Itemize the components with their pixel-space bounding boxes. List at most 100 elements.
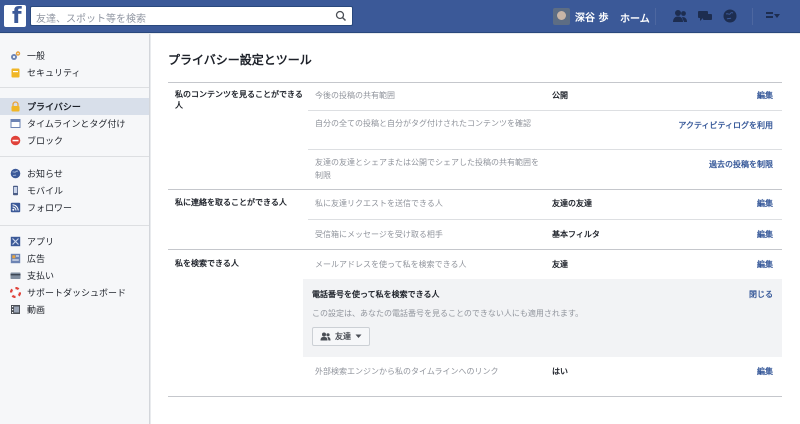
sidebar-item-label: フォロワー — [27, 204, 73, 214]
sidebar-item-label: アプリ — [27, 238, 55, 248]
audience-label: 友達 — [335, 332, 351, 341]
sidebar-item-label: 動画 — [27, 306, 46, 316]
edit-link[interactable]: 編集 — [757, 90, 773, 101]
notifications-globe-icon[interactable] — [722, 8, 738, 24]
search-button[interactable] — [330, 7, 352, 25]
video-icon — [10, 304, 21, 315]
sidebar-item-label: お知らせ — [27, 170, 63, 180]
sidebar-item-privacy[interactable]: プライバシー — [0, 98, 149, 115]
apps-icon — [10, 236, 21, 247]
search-input[interactable] — [31, 10, 326, 29]
edit-link[interactable]: 編集 — [757, 259, 773, 270]
divider — [0, 225, 149, 226]
sidebar-item-mobile[interactable]: モバイル — [0, 182, 149, 199]
sidebar-item-general[interactable]: 一般 — [0, 47, 149, 64]
setting-question: 自分の全ての投稿と自分がタグ付けされたコンテンツを確認 — [315, 119, 531, 128]
mobile-icon — [10, 185, 21, 196]
privacy-settings-panel: プライバシー設定とツール 私のコンテンツを見ることができる人 今後の投稿の共有範… — [151, 34, 800, 424]
close-link[interactable]: 閉じる — [749, 289, 773, 300]
facebook-logo[interactable]: f — [4, 4, 26, 29]
sidebar-item-label: プライバシー — [27, 103, 81, 113]
sidebar-item-label: サポートダッシュボード — [27, 289, 127, 299]
expanded-setting-title: 電話番号を使って私を検索できる人 — [312, 290, 440, 299]
search-icon — [335, 10, 347, 22]
divider — [0, 87, 149, 88]
setting-question: 受信箱にメッセージを受け取る相手 — [315, 230, 443, 239]
lifebuoy-icon — [10, 287, 21, 298]
account-settings-icon[interactable] — [764, 8, 780, 24]
divider — [308, 110, 782, 111]
setting-question: 友達の友達とシェアまたは公開でシェアした投稿の共有範囲を制限 — [315, 158, 539, 180]
sidebar-item-payments[interactable]: 支払い — [0, 267, 149, 284]
sidebar-item-label: 支払い — [27, 272, 55, 282]
edit-link[interactable]: 編集 — [757, 229, 773, 240]
section-label-who-can-see: 私のコンテンツを見ることができる人 — [175, 90, 303, 110]
sidebar-item-label: ブロック — [27, 137, 64, 147]
setting-question: メールアドレスを使って私を検索できる人 — [315, 260, 467, 269]
setting-question: 今後の投稿の共有範囲 — [315, 91, 395, 100]
nav-group-notifications: お知らせ モバイル フォロワー — [0, 165, 149, 216]
sidebar-item-apps[interactable]: アプリ — [0, 233, 149, 250]
divider — [168, 82, 782, 83]
sidebar-item-label: セキュリティ — [27, 69, 81, 79]
profile-link[interactable]: 深谷 歩 — [553, 8, 608, 25]
setting-value: 基本フィルタ — [552, 230, 600, 239]
payment-icon — [10, 270, 21, 281]
section-label-who-can-contact: 私に連絡を取ることができる人 — [175, 198, 287, 207]
sidebar-item-timeline-tagging[interactable]: タイムラインとタグ付け — [0, 115, 149, 132]
sidebar-item-label: タイムラインとタグ付け — [27, 120, 126, 130]
settings-sidebar: 一般 セキュリティ プライバシー タイムラインとタグ付け ブロック お知らせ モ… — [0, 34, 150, 424]
audience-selector-button[interactable]: 友達 — [312, 327, 370, 346]
chevron-down-icon — [355, 334, 362, 338]
search-box[interactable] — [30, 6, 353, 29]
privacy-lock-icon — [10, 101, 21, 112]
divider — [168, 396, 782, 397]
divider — [655, 8, 656, 25]
sidebar-item-label: 広告 — [27, 255, 46, 265]
setting-question: 外部検索エンジンから私のタイムラインへのリンク — [315, 367, 499, 376]
sidebar-item-label: モバイル — [27, 187, 64, 197]
sidebar-item-videos[interactable]: 動画 — [0, 301, 149, 318]
divider — [752, 8, 753, 25]
ads-icon — [10, 253, 21, 264]
setting-value: 友達 — [552, 260, 568, 269]
activity-log-link[interactable]: アクティビティログを利用 — [678, 120, 773, 131]
nav-group-privacy: プライバシー タイムラインとタグ付け ブロック — [0, 98, 149, 149]
divider — [308, 149, 782, 150]
page-title: プライバシー設定とツール — [168, 53, 312, 67]
edit-link[interactable]: 編集 — [757, 366, 773, 377]
gear-icon — [10, 50, 21, 61]
sidebar-item-security[interactable]: セキュリティ — [0, 64, 149, 81]
setting-question: 私に友達リクエストを送信できる人 — [315, 199, 443, 208]
sidebar-item-notifications[interactable]: お知らせ — [0, 165, 149, 182]
lock-icon — [10, 67, 21, 78]
friend-requests-icon[interactable] — [672, 8, 688, 24]
setting-value: 友達の友達 — [552, 199, 592, 208]
divider — [168, 189, 782, 190]
expanded-setting-description: この設定は、あなたの電話番号を見ることのできない人にも適用されます。 — [312, 309, 584, 318]
home-link[interactable]: ホーム — [620, 10, 650, 25]
limit-past-posts-link[interactable]: 過去の投稿を制限 — [709, 159, 773, 170]
phone-lookup-setting-expanded: 電話番号を使って私を検索できる人 閉じる この設定は、あなたの電話番号を見ること… — [303, 279, 782, 357]
setting-value: 公開 — [552, 91, 568, 100]
user-name: 深谷 歩 — [575, 13, 609, 24]
divider — [0, 156, 149, 157]
avatar — [553, 8, 570, 25]
rss-icon — [10, 202, 21, 213]
setting-value: はい — [552, 367, 568, 376]
nav-group-apps: アプリ 広告 支払い サポートダッシュボード 動画 — [0, 233, 149, 318]
timeline-icon — [10, 118, 21, 129]
sidebar-item-followers[interactable]: フォロワー — [0, 199, 149, 216]
messages-icon[interactable] — [697, 8, 713, 24]
divider — [308, 219, 782, 220]
sidebar-item-ads[interactable]: 広告 — [0, 250, 149, 267]
section-label-who-can-look-up: 私を検索できる人 — [175, 259, 239, 268]
globe-icon — [10, 168, 21, 179]
nav-group-account: 一般 セキュリティ — [0, 47, 149, 81]
sidebar-item-support-dashboard[interactable]: サポートダッシュボード — [0, 284, 149, 301]
friends-icon — [320, 332, 331, 341]
divider — [168, 249, 782, 250]
edit-link[interactable]: 編集 — [757, 198, 773, 209]
sidebar-item-blocking[interactable]: ブロック — [0, 132, 149, 149]
top-bar: f 深谷 歩 ホーム — [0, 0, 800, 33]
